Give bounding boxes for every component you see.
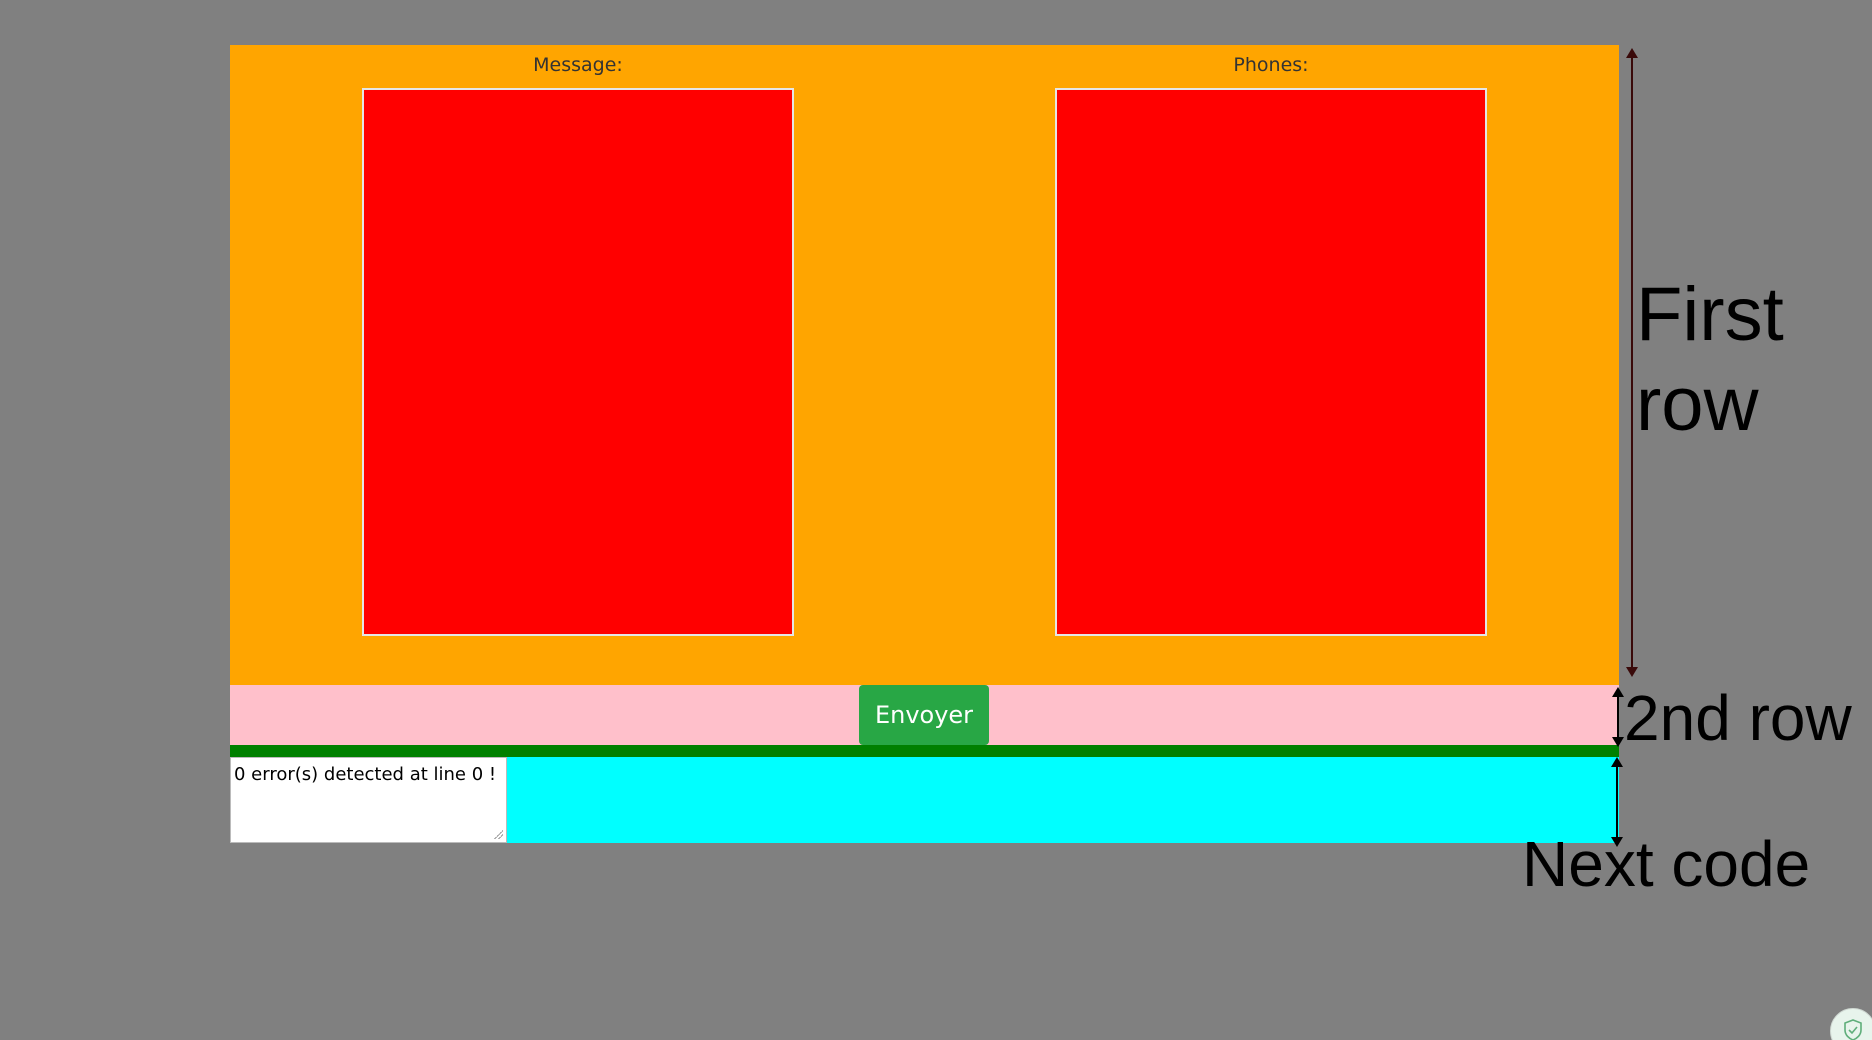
next-code-annotation: Next code [1522, 828, 1811, 900]
send-button[interactable]: Envoyer [859, 685, 989, 745]
shield-check-icon [1844, 1019, 1862, 1040]
error-text: 0 error(s) detected at line 0 ! [234, 764, 497, 785]
third-row: 0 error(s) detected at line 0 ! [230, 757, 1619, 843]
message-label: Message: [533, 54, 623, 76]
error-output-textarea[interactable]: 0 error(s) detected at line 0 ! [230, 757, 507, 843]
phones-label: Phones: [1233, 54, 1309, 76]
first-row: Message: Phones: [230, 45, 1619, 685]
second-row-arrow [1612, 687, 1624, 747]
shield-badge[interactable] [1830, 1008, 1872, 1040]
second-row: Envoyer [230, 685, 1619, 745]
page: Message: Phones: Envoyer 0 error(s) dete… [0, 0, 1872, 1040]
form-container: Message: Phones: Envoyer 0 error(s) dete… [230, 45, 1619, 843]
second-row-annotation: 2nd row [1624, 682, 1852, 754]
phones-column: Phones: [1055, 45, 1487, 636]
resize-grip-icon[interactable] [493, 829, 503, 839]
message-column: Message: [362, 45, 794, 636]
first-row-annotation: First row [1636, 272, 1784, 447]
phones-textarea[interactable] [1055, 88, 1487, 636]
green-separator [230, 745, 1619, 757]
first-row-arrow [1626, 48, 1638, 677]
message-textarea[interactable] [362, 88, 794, 636]
